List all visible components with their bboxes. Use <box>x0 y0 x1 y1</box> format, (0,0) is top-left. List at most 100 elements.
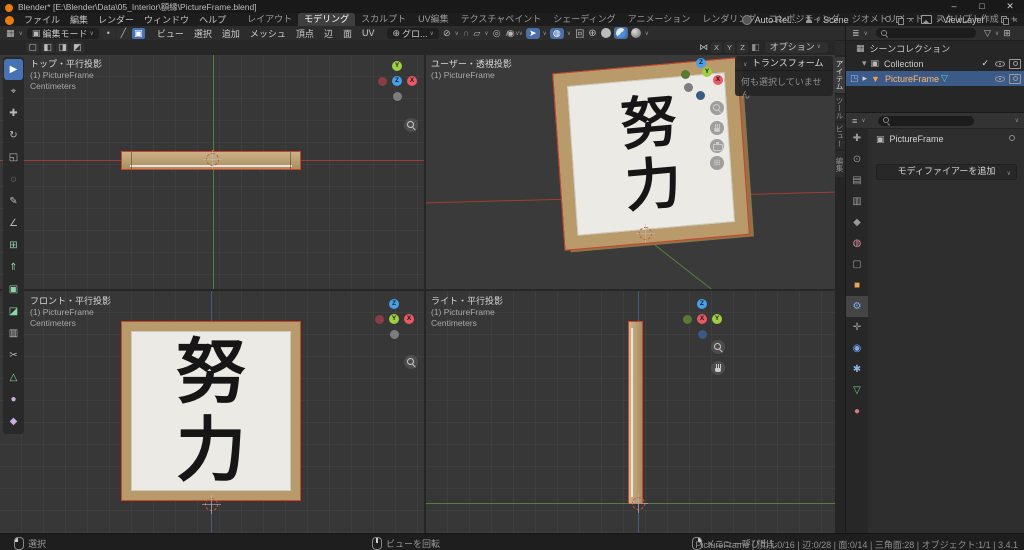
vertex-select-button[interactable]: • <box>101 27 115 39</box>
gizmo-y-ball[interactable]: Y <box>392 61 402 71</box>
gizmo-visibility-icon[interactable]: ◉ <box>505 28 517 39</box>
editor-type-chevron-icon[interactable]: ∨ <box>17 30 25 37</box>
edge-select-button[interactable]: ╱ <box>116 27 130 39</box>
tab-collection[interactable]: ▢ <box>846 254 868 275</box>
frame-object-front-view[interactable]: 努 力 <box>121 321 301 501</box>
gizmo-z-ball[interactable]: Z <box>392 76 402 86</box>
tab-view-layer[interactable]: ▥ <box>846 191 868 212</box>
menu-uv[interactable]: UV <box>357 28 380 38</box>
add-modifier-button[interactable]: モディファイアーを追加 ∨ <box>876 164 1017 180</box>
viewport-3d[interactable]: トップ・平行投影 (1) PictureFrame Centimeters Y … <box>0 55 835 533</box>
menu-render[interactable]: レンダー <box>93 13 139 26</box>
gizmo-z-ball[interactable]: Z <box>697 299 707 309</box>
menu-mesh[interactable]: メッシュ <box>245 27 291 40</box>
auto-pack-icon[interactable] <box>741 14 752 25</box>
menu-file[interactable]: ファイル <box>19 13 65 26</box>
tool-transform[interactable]: ◌ <box>4 169 23 190</box>
eye-icon[interactable] <box>995 74 1005 84</box>
gizmo-x-ball[interactable]: X <box>407 76 417 86</box>
sidebar-tab-view[interactable]: ビュー <box>835 123 845 149</box>
eye-icon[interactable] <box>995 59 1005 69</box>
breadcrumb-object-name[interactable]: PictureFrame <box>887 134 944 144</box>
tab-uv-editing[interactable]: UV編集 <box>412 13 455 26</box>
gizmo-neg-z-ball[interactable] <box>390 330 399 339</box>
tab-constraints[interactable]: ✛ <box>846 317 868 338</box>
gizmo-neg-x-ball[interactable] <box>684 83 693 92</box>
gizmo-neg-y-ball[interactable] <box>681 70 690 79</box>
tab-animation[interactable]: アニメーション <box>622 13 697 26</box>
tab-tool[interactable]: ✚ <box>846 128 868 149</box>
viewlayer-remove-icon[interactable]: × <box>1011 15 1020 25</box>
expand-arrow-icon[interactable]: ▸ <box>861 73 870 84</box>
menu-view[interactable]: ビュー <box>152 27 189 40</box>
shading-chevron-icon[interactable]: ∨ <box>643 30 651 37</box>
transform-panel-header[interactable]: ∨ トランスフォーム <box>735 56 833 71</box>
shading-rendered-icon[interactable] <box>630 28 641 38</box>
viewlayer-copy-icon[interactable] <box>1000 15 1009 25</box>
zoom-button[interactable] <box>404 118 418 132</box>
tool-shear[interactable]: ◆ <box>4 411 23 432</box>
tool-poly-build[interactable]: △ <box>4 367 23 388</box>
quad-front-view[interactable]: 努 力 フロント・平行投影 (1) PictureFrame Centimete… <box>0 291 424 533</box>
mirror-y-button[interactable]: Y <box>724 42 736 53</box>
pan-button[interactable] <box>710 121 724 135</box>
quad-right-view[interactable]: ライト・平行投影 (1) PictureFrame Centimeters Z … <box>426 291 835 533</box>
tool-annotate[interactable]: ✎ <box>4 191 23 212</box>
gizmo-vis-chevron-icon[interactable]: ∨ <box>517 30 525 37</box>
tool-inset-faces[interactable]: ▣ <box>4 279 23 300</box>
tool-cursor[interactable]: ⌖ <box>4 81 23 102</box>
zoom-button[interactable] <box>404 355 418 369</box>
tool-rotate[interactable]: ↻ <box>4 125 23 146</box>
select-mode-subtract-icon[interactable]: ◨ <box>56 42 69 53</box>
camera-visibility-icon[interactable] <box>1009 73 1021 84</box>
editor-type-icon[interactable]: ▦ <box>4 28 17 39</box>
new-collection-icon[interactable]: ⊞ <box>1001 28 1013 39</box>
select-mode-invert-icon[interactable]: ◩ <box>71 42 84 53</box>
outliner-editor-chevron-icon[interactable]: ∨ <box>862 30 870 37</box>
snap-target-icon[interactable]: ▱ <box>471 28 482 39</box>
select-mode-new-icon[interactable]: ▢ <box>26 42 39 53</box>
show-gizmo-icon[interactable]: ➤ <box>527 28 539 39</box>
menu-edge[interactable]: 辺 <box>319 27 338 40</box>
gizmo-neg-y-ball[interactable] <box>393 92 402 101</box>
quad-divider-vertical[interactable] <box>424 55 426 533</box>
filter-icon[interactable]: ▽ <box>982 28 993 39</box>
close-button[interactable]: ✕ <box>996 0 1024 13</box>
shading-solid-icon[interactable] <box>600 28 611 38</box>
pan-button[interactable] <box>711 361 725 375</box>
menu-window[interactable]: ウィンドウ <box>139 13 194 26</box>
gizmo-y-ball[interactable]: Y <box>702 67 712 77</box>
menu-add[interactable]: 追加 <box>217 27 245 40</box>
sidebar-tab-edit[interactable]: 編集 <box>835 151 845 177</box>
gizmo-neg-x-ball[interactable] <box>375 315 384 324</box>
checkbox-icon[interactable]: ✓ <box>979 58 991 69</box>
sidebar-tab-tool[interactable]: ツール <box>835 95 845 121</box>
tab-material[interactable]: ● <box>846 401 868 422</box>
snap-chevron-icon[interactable]: ∨ <box>482 30 490 37</box>
viewlayer-browse-icon[interactable] <box>921 15 933 24</box>
menu-select[interactable]: 選択 <box>189 27 217 40</box>
snap-magnet-icon[interactable]: ∩ <box>461 28 471 38</box>
gizmo-neg-x-ball[interactable] <box>378 77 387 86</box>
scene-chevron-icon[interactable]: ∨ <box>815 16 823 23</box>
gizmo-z-ball[interactable]: Z <box>389 299 399 309</box>
orientation-dropdown[interactable]: ⊕ グロ... ∨ <box>387 27 439 39</box>
tab-render[interactable]: ⊙ <box>846 149 868 170</box>
scene-browse-icon[interactable] <box>805 15 813 24</box>
gizmo-x-ball[interactable]: X <box>404 314 414 324</box>
gizmo-y-ball[interactable]: Y <box>712 314 722 324</box>
tab-sculpting[interactable]: スカルプト <box>355 13 412 26</box>
menu-help[interactable]: ヘルプ <box>194 13 231 26</box>
quad-divider-horizontal[interactable] <box>0 289 835 291</box>
zoom-button[interactable] <box>710 101 724 115</box>
overlays-chevron-icon[interactable]: ∨ <box>565 30 573 37</box>
viewlayer-chevron-icon[interactable]: ∨ <box>934 16 942 23</box>
auto-pack-label[interactable]: Auto Rel... <box>755 15 797 25</box>
scene-pin-icon[interactable] <box>883 15 891 24</box>
mirror-x-button[interactable]: X <box>711 42 723 53</box>
mode-dropdown[interactable]: ▣ 編集モード ∨ <box>26 27 99 39</box>
minimize-button[interactable]: – <box>940 0 968 13</box>
proportional-edit-icon[interactable]: ◎ <box>491 28 503 39</box>
properties-editor-icon[interactable]: ≡ <box>850 116 859 126</box>
properties-options-chevron-icon[interactable]: ∨ <box>1013 117 1021 124</box>
